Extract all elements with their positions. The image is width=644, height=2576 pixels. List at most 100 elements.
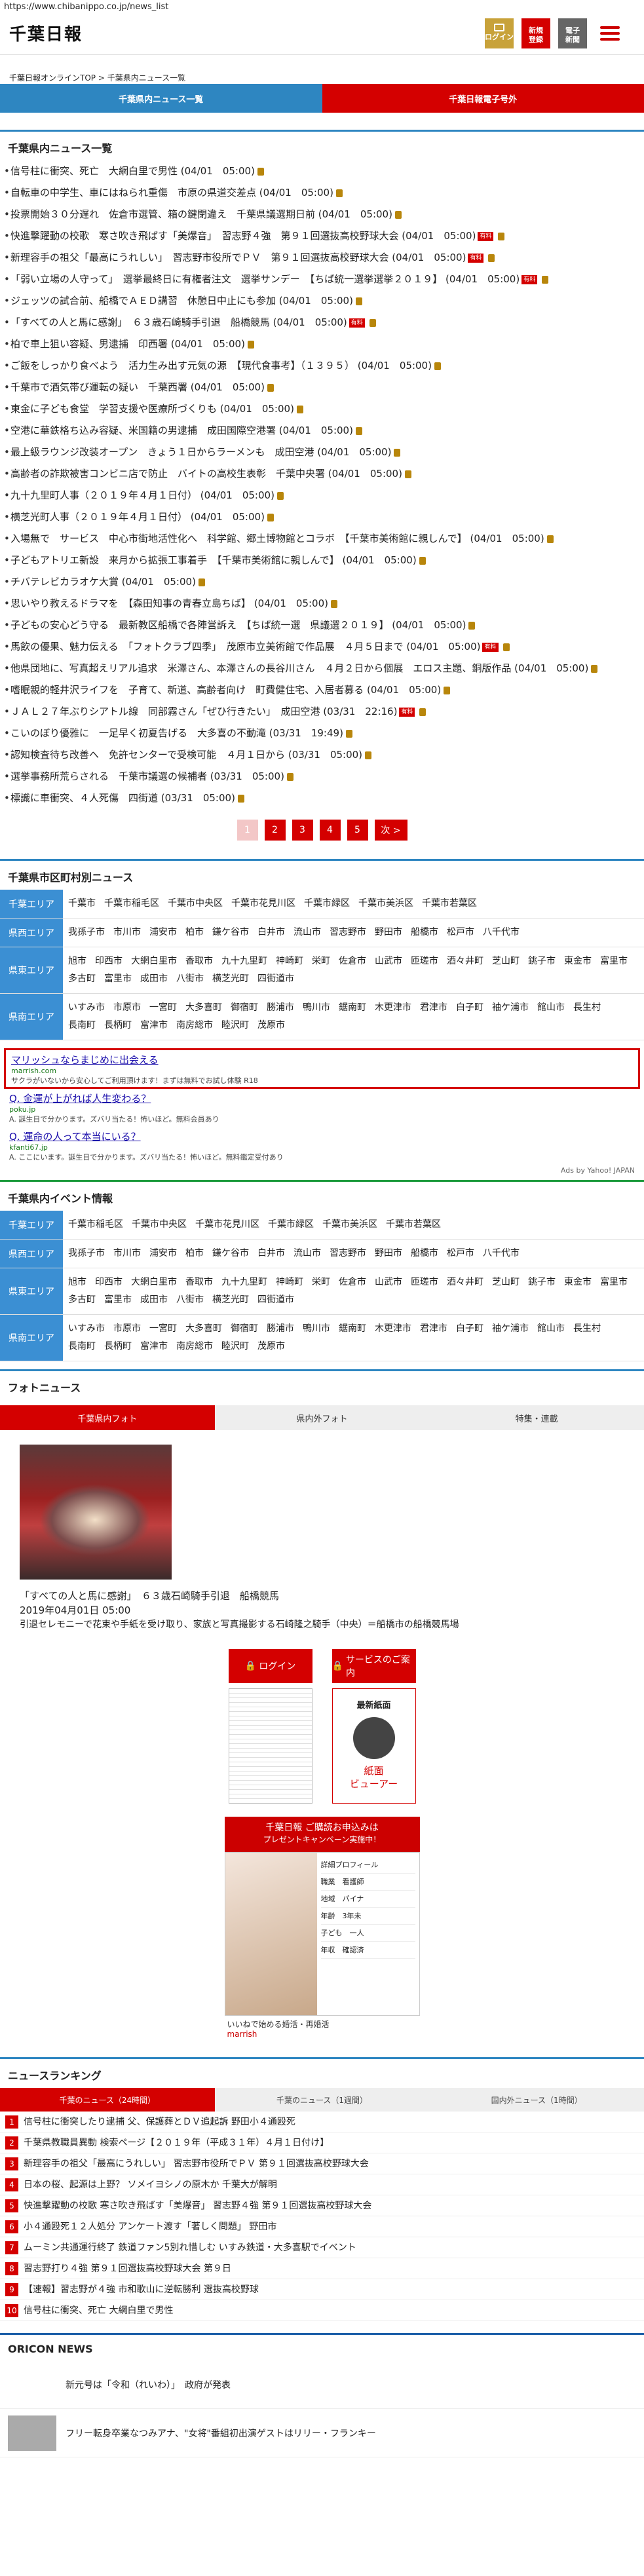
city-link[interactable]: 長柄町 <box>104 1017 132 1034</box>
ranking-item[interactable]: 8 習志野打り４強 第９１回選抜高校野球大会 第９日 <box>0 2258 644 2279</box>
city-link[interactable]: 御宿町 <box>231 1320 258 1338</box>
news-item-title[interactable]: こいのぼり優雅に 一足早く初夏告げる 大多喜の不動滝 (03/31 19:49) <box>10 727 343 739</box>
city-link[interactable]: 大多喜町 <box>185 999 222 1017</box>
city-link[interactable]: 富里市 <box>600 953 628 970</box>
ad-text[interactable]: Q. 金運が上がれば人生変わる？ poku.jp A. 誕生日で分かります。ズバ… <box>0 1089 644 1127</box>
city-link[interactable]: 千葉市美浜区 <box>358 895 413 913</box>
news-item[interactable]: 九十九里町人事（２０１９年４月１日付） (04/01 05:00) <box>0 485 644 506</box>
page-button[interactable]: 1 <box>237 820 258 841</box>
news-item-title[interactable]: 「弱い立場の人守って」 選挙最終日に有権者注文 選挙サンデー 【ちば統一選挙選挙… <box>10 273 520 285</box>
news-item[interactable]: 入場無で サービス 中心市街地活性化へ 科学館、郷土博物館とコラボ 【千葉市美術… <box>0 528 644 550</box>
tab-rank-national[interactable]: 国内外ニュース（1時間） <box>429 2088 644 2112</box>
city-link[interactable]: 勝浦市 <box>267 999 294 1017</box>
site-logo[interactable]: 千葉日報 <box>9 21 83 45</box>
city-link[interactable]: 富津市 <box>140 1017 168 1034</box>
city-link[interactable]: 横芝光町 <box>212 970 249 988</box>
news-item-title[interactable]: 信号柱に衝突、死亡 大網白里で男性 (04/01 05:00) <box>10 165 255 177</box>
city-link[interactable]: 館山市 <box>537 999 565 1017</box>
city-link[interactable]: 鋸南町 <box>339 1320 366 1338</box>
city-link[interactable]: 千葉市花見川区 <box>195 1216 259 1234</box>
city-link[interactable]: 九十九里町 <box>221 1274 267 1291</box>
tab-extra-edition[interactable]: 千葉日報電子号外 <box>322 84 644 113</box>
city-link[interactable]: 浦安市 <box>149 1245 177 1262</box>
city-link[interactable]: 船橋市 <box>411 1245 438 1262</box>
news-item-title[interactable]: 認知検査待ち改善へ 免許センターで受検可能 ４月１日から (03/31 05:0… <box>10 749 362 761</box>
page-button[interactable]: 5 <box>347 820 368 841</box>
city-link[interactable]: 匝瑳市 <box>411 953 438 970</box>
news-item[interactable]: 「すべての人と馬に感謝」 ６３歳石崎騎手引退 船橋競馬 (04/01 05:00… <box>0 312 644 333</box>
city-link[interactable]: 睦沢町 <box>221 1017 249 1034</box>
city-link[interactable]: 木更津市 <box>375 999 411 1017</box>
news-item-title[interactable]: 柏で車上狙い容疑、男逮捕 印西署 (04/01 05:00) <box>10 338 245 350</box>
ranking-item[interactable]: 7 ムーミン共通運行終了 鉄道ファン5別れ惜しむ いすみ鉄道・大多喜駅でイベント <box>0 2237 644 2258</box>
city-link[interactable]: 袖ケ浦市 <box>492 1320 529 1338</box>
news-item[interactable]: 嗜眠親的軽井沢ライフを 子育て、新道、高齢者向け 町費健住宅、入居者募る (04… <box>0 679 644 701</box>
city-link[interactable]: 八千代市 <box>483 924 520 941</box>
news-item-title[interactable]: 投票開始３０分遅れ 佐倉市選管、箱の鍵閉違え 千葉県議選期日前 (04/01 0… <box>10 208 392 220</box>
city-link[interactable]: 御宿町 <box>231 999 258 1017</box>
city-link[interactable]: 千葉市花見川区 <box>231 895 295 913</box>
login-button[interactable]: ログイン <box>485 18 514 48</box>
news-item[interactable]: ご飯をしっかり食べよう 活力生み出す元気の源 【現代食事考】（１３９５） (04… <box>0 355 644 377</box>
city-link[interactable]: 印西市 <box>95 1274 123 1291</box>
city-link[interactable]: 睦沢町 <box>221 1338 249 1355</box>
city-link[interactable]: 長生村 <box>573 999 601 1017</box>
news-item-title[interactable]: 馬飲の優果、魅力伝える 「フォトクラブ四季」 茂原市立美術館で作品展 ４月５日ま… <box>10 641 480 653</box>
news-item[interactable]: 自転車の中学生、車にはねられ重傷 市原の県道交差点 (04/01 05:00) <box>0 182 644 204</box>
news-item[interactable]: 空港に華鉄格ち込み容疑、米国籍の男逮捕 成田国際空港署 (04/01 05:00… <box>0 420 644 442</box>
city-link[interactable]: 富里市 <box>600 1274 628 1291</box>
news-item[interactable]: 標識に車衝突、４人死傷 四街道 (03/31 05:00) <box>0 787 644 809</box>
news-item-title[interactable]: ジェッツの試合前、船橋でＡＥＤ講習 休憩日中止にも参加 (04/01 05:00… <box>10 295 353 307</box>
city-link[interactable]: 浦安市 <box>149 924 177 941</box>
city-link[interactable]: 我孫子市 <box>68 924 105 941</box>
city-link[interactable]: 長南町 <box>68 1338 96 1355</box>
city-link[interactable]: 一宮町 <box>149 1320 177 1338</box>
city-link[interactable]: 佐倉市 <box>339 1274 366 1291</box>
city-link[interactable]: 松戸市 <box>447 1245 474 1262</box>
city-link[interactable]: 船橋市 <box>411 924 438 941</box>
news-item[interactable]: 最上級ラウンジ改装オープン きょう１日からラーメンも 成田空港 (04/01 0… <box>0 442 644 463</box>
news-item-title[interactable]: ＪＡＬ２７年ぶりシアトル線 同部霧さん「ぜひ行きたい」 成田空港 (03/31 … <box>10 706 397 717</box>
news-item[interactable]: 快進撃躍動の校歌 寒さ吹き飛ばす「美爆音」 習志野４強 第９１回選抜高校野球大会… <box>0 225 644 247</box>
city-link[interactable]: 柏市 <box>185 1245 204 1262</box>
city-link[interactable]: 鴨川市 <box>303 999 330 1017</box>
city-link[interactable]: 九十九里町 <box>221 953 267 970</box>
tab-photo-chiba[interactable]: 千葉県内フォト <box>0 1405 215 1430</box>
side-login-button[interactable]: 🔒 ログイン <box>228 1649 313 1683</box>
news-item[interactable]: 信号柱に衝突、死亡 大網白里で男性 (04/01 05:00) <box>0 161 644 182</box>
city-link[interactable]: 旭市 <box>68 953 86 970</box>
city-link[interactable]: 習志野市 <box>330 924 366 941</box>
city-link[interactable]: 匝瑳市 <box>411 1274 438 1291</box>
url-bar[interactable]: https://www.chibanippo.co.jp/news_list <box>0 0 644 14</box>
news-item[interactable]: 認知検査待ち改善へ 免許センターで受検可能 ４月１日から (03/31 05:0… <box>0 744 644 766</box>
city-link[interactable]: 横芝光町 <box>212 1291 249 1309</box>
city-link[interactable]: 四街道市 <box>257 1291 294 1309</box>
page-button[interactable]: 3 <box>292 820 313 841</box>
city-link[interactable]: 芝山町 <box>492 1274 520 1291</box>
city-link[interactable]: 白子町 <box>456 1320 483 1338</box>
city-link[interactable]: 印西市 <box>95 953 123 970</box>
city-link[interactable]: 千葉市中央区 <box>168 895 223 913</box>
ranking-item[interactable]: 2 千葉県教職員異動 検索ページ【２０１９年（平成３１年）４月１日付け】 <box>0 2132 644 2153</box>
city-link[interactable]: 柏市 <box>185 924 204 941</box>
city-link[interactable]: 山武市 <box>375 953 402 970</box>
news-item-title[interactable]: チバテレビカラオケ大賞 (04/01 05:00) <box>10 576 196 588</box>
city-link[interactable]: 白子町 <box>456 999 483 1017</box>
city-link[interactable]: 一宮町 <box>149 999 177 1017</box>
city-link[interactable]: 長生村 <box>573 1320 601 1338</box>
city-link[interactable]: 大多喜町 <box>185 1320 222 1338</box>
city-link[interactable]: 鴨川市 <box>303 1320 330 1338</box>
city-link[interactable]: 八街市 <box>176 970 204 988</box>
city-link[interactable]: 市原市 <box>113 999 141 1017</box>
city-link[interactable]: 銚子市 <box>528 953 556 970</box>
city-link[interactable]: 野田市 <box>375 1245 402 1262</box>
city-link[interactable]: 茂原市 <box>257 1017 285 1034</box>
ad-title[interactable]: Q. 運命の人って本当にいる？ <box>9 1129 635 1143</box>
city-link[interactable]: 香取市 <box>185 1274 213 1291</box>
city-link[interactable]: 白井市 <box>257 1245 285 1262</box>
city-link[interactable]: 鎌ケ谷市 <box>212 924 249 941</box>
city-link[interactable]: 東金市 <box>564 1274 592 1291</box>
city-link[interactable]: 銚子市 <box>528 1274 556 1291</box>
breadcrumb-home[interactable]: 千葉日報オンラインTOP <box>9 73 96 83</box>
ranking-item[interactable]: 10 信号柱に衝突、死亡 大網白里で男性 <box>0 2300 644 2321</box>
